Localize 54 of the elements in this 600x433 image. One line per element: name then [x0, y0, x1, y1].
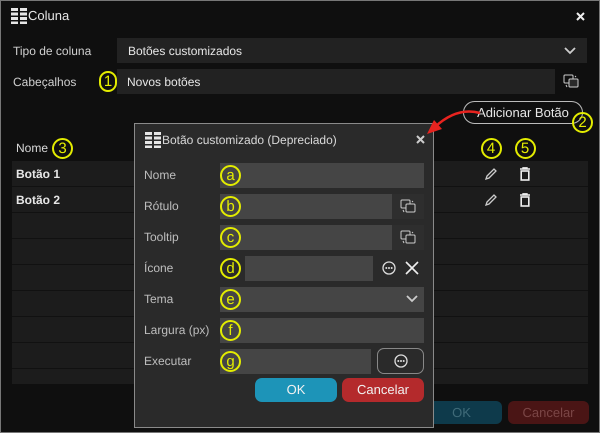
- input-field[interactable]: [220, 224, 392, 250]
- dropdown[interactable]: Botões customizados: [117, 38, 587, 63]
- dropdown-value: Botões customizados: [128, 42, 244, 60]
- field-label: Tooltip: [144, 229, 180, 246]
- more-icon[interactable]: [394, 354, 408, 368]
- window-title: Coluna: [28, 7, 70, 26]
- translate-icon[interactable]: [400, 230, 416, 244]
- cancel-button[interactable]: Cancelar: [342, 378, 424, 402]
- translate-button[interactable]: [392, 194, 424, 218]
- annotation-marker: b: [220, 196, 241, 216]
- list-icon: [11, 8, 27, 24]
- annotation-marker: c: [220, 226, 241, 248]
- annotation-marker: 4: [480, 138, 502, 158]
- field-label: Tema: [144, 291, 174, 308]
- table-cell: Botão 1: [16, 166, 60, 180]
- more-button[interactable]: [377, 348, 424, 374]
- chevron-down-icon[interactable]: [406, 295, 418, 303]
- chevron-down-icon[interactable]: [564, 46, 576, 54]
- annotation-marker: e: [220, 288, 241, 310]
- translate-button[interactable]: [392, 224, 424, 250]
- dropdown[interactable]: [220, 286, 424, 312]
- annotation-marker: 2: [572, 112, 593, 133]
- pencil-icon[interactable]: [484, 166, 498, 180]
- close-icon[interactable]: [416, 135, 425, 144]
- translate-icon[interactable]: [400, 198, 416, 214]
- annotation-marker: f: [220, 320, 241, 340]
- ok-button[interactable]: OK: [255, 378, 337, 402]
- column-header: Nome: [16, 140, 48, 157]
- table-cell: Botão 2: [16, 192, 60, 206]
- annotation-marker: g: [220, 350, 241, 372]
- field-label: Ícone: [144, 260, 174, 277]
- field-label: Largura (px): [144, 322, 210, 339]
- field-label: Nome: [144, 167, 178, 184]
- input-field[interactable]: [220, 162, 424, 188]
- pencil-icon[interactable]: [484, 192, 498, 206]
- field-label: Executar: [144, 353, 192, 370]
- input-field[interactable]: [220, 348, 371, 374]
- annotation-marker: d: [220, 258, 241, 278]
- trash-icon[interactable]: [519, 192, 531, 206]
- dialog-title: Botão customizado (Depreciado): [162, 132, 338, 148]
- translate-icon[interactable]: [563, 74, 579, 89]
- annotation-marker: 3: [52, 138, 74, 158]
- input-field[interactable]: [220, 318, 424, 342]
- field-label: Tipo de coluna: [13, 42, 92, 60]
- input-field[interactable]: Novos botões: [117, 69, 555, 94]
- trash-icon[interactable]: [519, 166, 531, 180]
- field-label: Rótulo: [144, 198, 180, 215]
- annotation-marker: a: [220, 164, 241, 186]
- more-icon[interactable]: [382, 261, 396, 275]
- input-field[interactable]: [220, 194, 392, 218]
- input-field[interactable]: [245, 256, 373, 280]
- list-icon: [145, 132, 161, 148]
- field-label: Cabeçalhos: [13, 74, 78, 90]
- annotation-marker: 5: [514, 138, 536, 158]
